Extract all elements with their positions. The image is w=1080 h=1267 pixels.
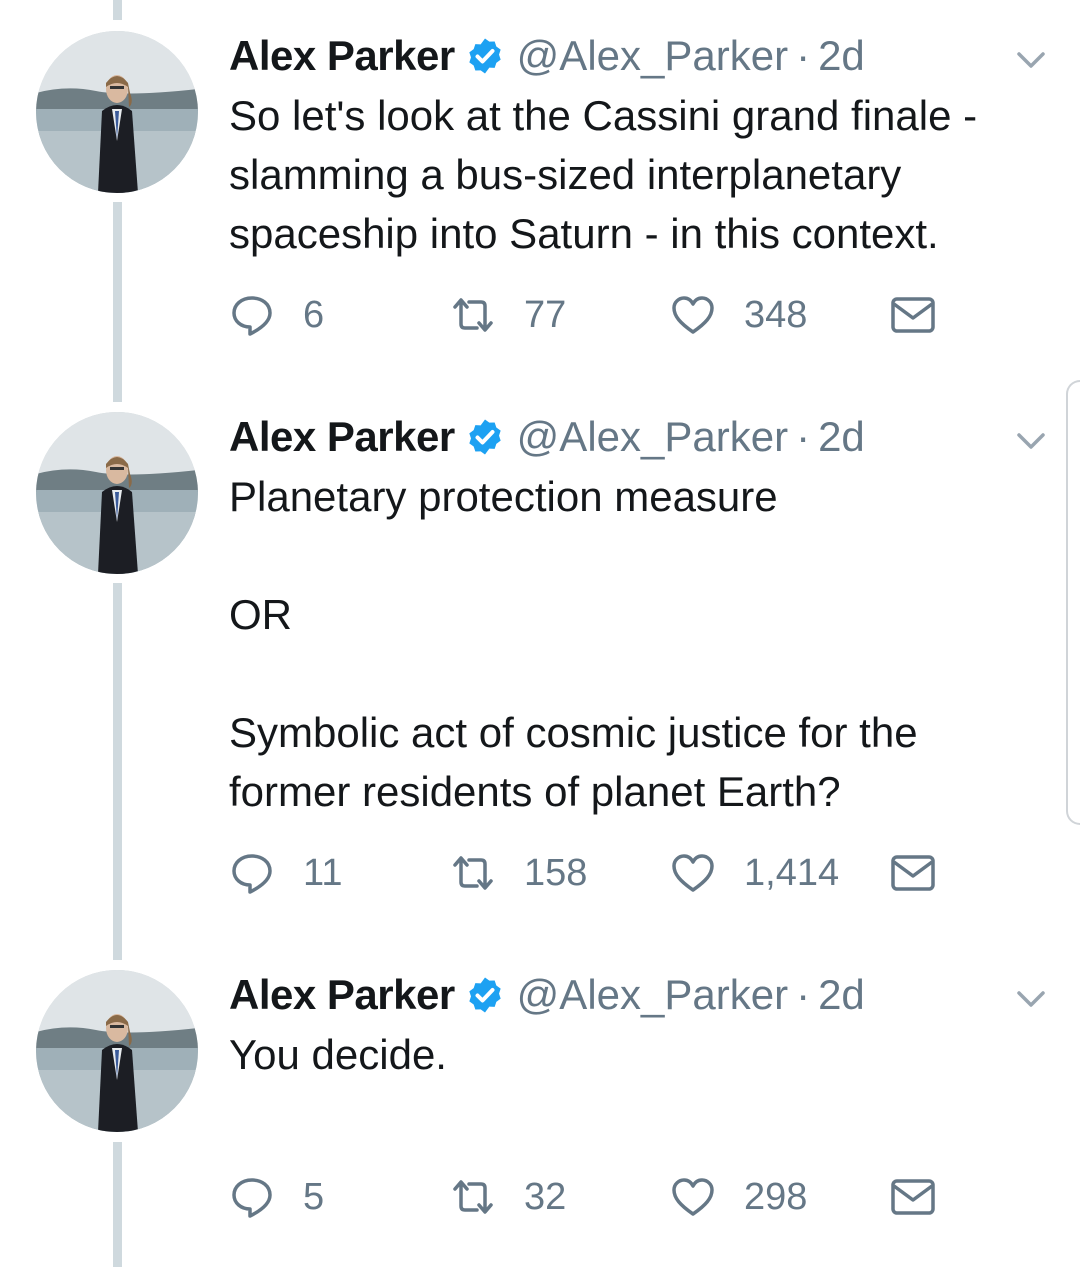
retweet-icon <box>453 1180 493 1214</box>
author-handle[interactable]: @Alex_Parker <box>517 412 788 462</box>
like-count: 348 <box>744 293 808 336</box>
envelope-icon <box>891 297 935 333</box>
timestamp[interactable]: 2d <box>818 970 865 1020</box>
thread-line-top <box>113 0 122 20</box>
heart-icon <box>672 854 714 892</box>
chevron-down-icon[interactable] <box>1009 976 1053 1020</box>
retweet-count: 158 <box>524 851 588 894</box>
reply-button[interactable]: 5 <box>229 1172 324 1222</box>
thread-line-2 <box>113 583 122 960</box>
separator: · <box>796 971 811 1018</box>
tweet-text: You decide. <box>229 1031 447 1078</box>
envelope-icon <box>891 855 935 891</box>
reply-icon <box>232 854 272 894</box>
reply-count: 6 <box>303 293 325 336</box>
verified-badge-icon <box>465 36 505 76</box>
scroll-indicator[interactable] <box>1066 380 1080 825</box>
dm-button[interactable] <box>889 848 937 898</box>
like-count: 298 <box>744 1175 808 1218</box>
retweet-button[interactable]: 158 <box>450 848 587 898</box>
dm-button[interactable] <box>889 290 937 340</box>
separator: · <box>796 413 811 460</box>
chevron-down-icon[interactable] <box>1009 37 1053 81</box>
reply-button[interactable]: 6 <box>229 290 324 340</box>
retweet-icon <box>453 856 493 890</box>
like-count: 1,414 <box>744 851 840 894</box>
dm-button[interactable] <box>889 1172 937 1222</box>
heart-icon <box>672 296 714 334</box>
tweet-actions: 11 158 1,414 <box>229 848 949 898</box>
tweet-actions: 6 77 348 <box>229 290 949 340</box>
heart-icon <box>672 1178 714 1216</box>
reply-count: 5 <box>303 1175 325 1218</box>
reply-icon <box>232 296 272 336</box>
retweet-icon <box>453 298 493 332</box>
separator: · <box>796 32 811 79</box>
reply-button[interactable]: 11 <box>229 848 342 898</box>
avatar[interactable] <box>36 31 198 193</box>
reply-count: 11 <box>303 851 343 894</box>
author-name[interactable]: Alex Parker <box>229 31 455 81</box>
retweet-count: 32 <box>524 1175 567 1218</box>
retweet-button[interactable]: 32 <box>450 1172 566 1222</box>
verified-badge-icon <box>465 975 505 1015</box>
author-name[interactable]: Alex Parker <box>229 412 455 462</box>
verified-badge-icon <box>465 417 505 457</box>
chevron-down-icon[interactable] <box>1009 418 1053 462</box>
retweet-button[interactable]: 77 <box>450 290 566 340</box>
author-handle[interactable]: @Alex_Parker <box>517 31 788 81</box>
reply-icon <box>232 1178 272 1218</box>
avatar[interactable] <box>36 412 198 574</box>
like-button[interactable]: 1,414 <box>670 848 839 898</box>
avatar[interactable] <box>36 970 198 1132</box>
like-button[interactable]: 298 <box>670 1172 807 1222</box>
retweet-count: 77 <box>524 293 567 336</box>
tweet-text: Planetary protection measure OR Symbolic… <box>229 473 918 815</box>
like-button[interactable]: 348 <box>670 290 807 340</box>
timestamp[interactable]: 2d <box>818 412 865 462</box>
thread-line-3 <box>113 1142 122 1267</box>
thread-line-1 <box>113 202 122 402</box>
tweet-actions: 5 32 298 <box>229 1172 949 1222</box>
envelope-icon <box>891 1179 935 1215</box>
timestamp[interactable]: 2d <box>818 31 865 81</box>
author-handle[interactable]: @Alex_Parker <box>517 970 788 1020</box>
author-name[interactable]: Alex Parker <box>229 970 455 1020</box>
tweet-text: So let's look at the Cassini grand final… <box>229 92 978 257</box>
